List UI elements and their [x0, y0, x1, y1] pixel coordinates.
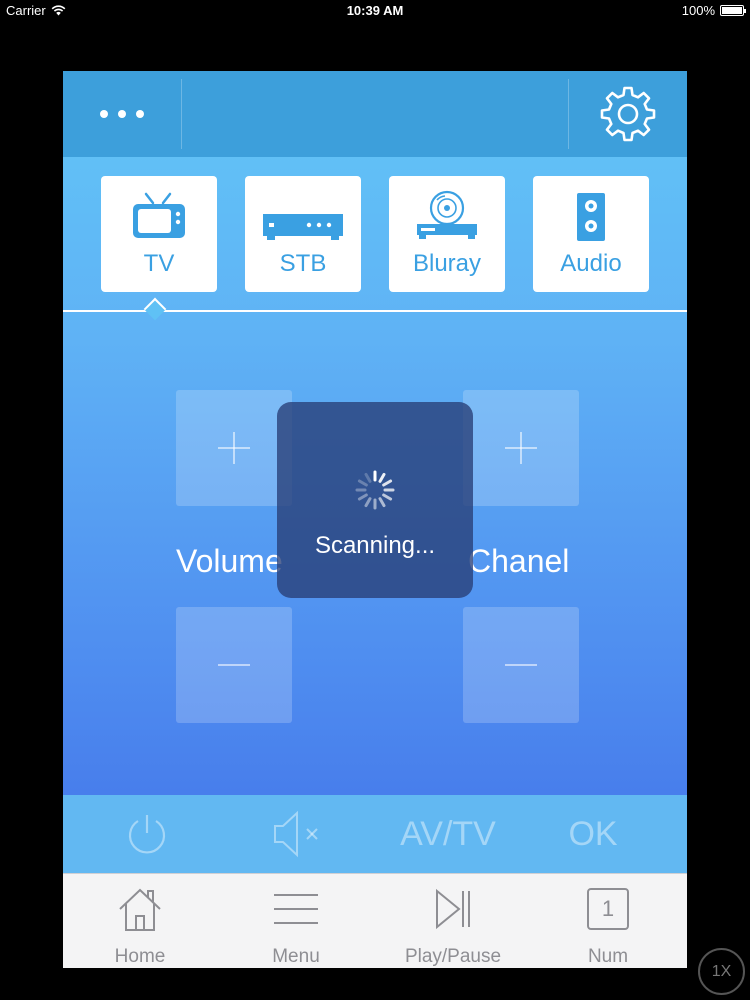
remote-app: TV STB Bluray Audio Volume Chanel Scanni… [63, 71, 687, 968]
set-top-box-icon [263, 214, 343, 240]
av-tv-label: AV/TV [400, 814, 496, 853]
tab-tv[interactable]: TV [101, 176, 217, 292]
more-button[interactable] [63, 71, 181, 157]
tab-bar-label: Home [114, 946, 166, 967]
tab-label: Audio [560, 250, 622, 277]
more-dots-icon [100, 110, 108, 118]
tab-stb[interactable]: STB [245, 176, 361, 292]
ok-button[interactable]: OK [553, 795, 633, 873]
mute-icon [274, 810, 318, 858]
bluray-player-icon [417, 190, 477, 239]
plus-icon [218, 432, 250, 464]
tab-bar: Home Menu Play/Pause 1 Num [63, 873, 687, 968]
channel-up-button[interactable] [463, 390, 579, 506]
tab-home[interactable]: Home [70, 874, 210, 968]
battery-percent: 100% [681, 3, 715, 18]
tab-play-pause[interactable]: Play/Pause [383, 874, 523, 968]
status-right: 100% [681, 3, 746, 18]
plus-icon [505, 432, 537, 464]
zoom-badge[interactable]: 1X [698, 948, 745, 995]
scanning-text: Scanning... [314, 532, 436, 559]
control-bar: AV/TV OK [63, 795, 687, 873]
menu-icon [274, 894, 318, 924]
ok-label: OK [568, 814, 618, 853]
volume-label: Volume [176, 543, 283, 579]
channel-down-button[interactable] [463, 607, 579, 723]
volume-down-button[interactable] [176, 607, 292, 723]
tab-bar-label: Num [587, 946, 629, 967]
tab-menu[interactable]: Menu [226, 874, 366, 968]
volume-up-button[interactable] [176, 390, 292, 506]
play-pause-icon [436, 888, 470, 930]
power-icon [128, 815, 166, 854]
av-tv-button[interactable]: AV/TV [388, 795, 508, 873]
gear-icon [600, 86, 656, 142]
tab-label: Bluray [412, 250, 482, 277]
status-time: 10:39 AM [346, 3, 404, 18]
minus-icon [218, 664, 250, 666]
power-button[interactable] [103, 795, 191, 873]
tab-audio[interactable]: Audio [533, 176, 649, 292]
tab-bar-label: Play/Pause [404, 946, 502, 967]
status-bar: Carrier 10:39 AM 100% [0, 0, 750, 22]
mute-button[interactable] [253, 795, 341, 873]
tv-icon [133, 192, 185, 238]
top-bar [63, 71, 687, 157]
tab-label: STB [279, 250, 327, 277]
settings-button[interactable] [569, 71, 687, 157]
tab-bar-label: Menu [272, 946, 320, 967]
battery-icon [720, 5, 746, 16]
speaker-icon [577, 193, 605, 241]
top-bar-divider [181, 79, 182, 149]
device-tabs: TV STB Bluray Audio [63, 157, 687, 312]
home-icon [119, 888, 161, 931]
spinner-icon [355, 470, 395, 510]
zoom-label: 1X [711, 962, 732, 980]
tab-bluray[interactable]: Bluray [389, 176, 505, 292]
num-icon: 1 [587, 888, 629, 930]
tab-label: TV [143, 250, 175, 277]
channel-label: Chanel [468, 543, 570, 579]
scanning-hud: Scanning... [277, 402, 473, 598]
tab-num[interactable]: 1 Num [538, 874, 678, 968]
minus-icon [505, 664, 537, 666]
